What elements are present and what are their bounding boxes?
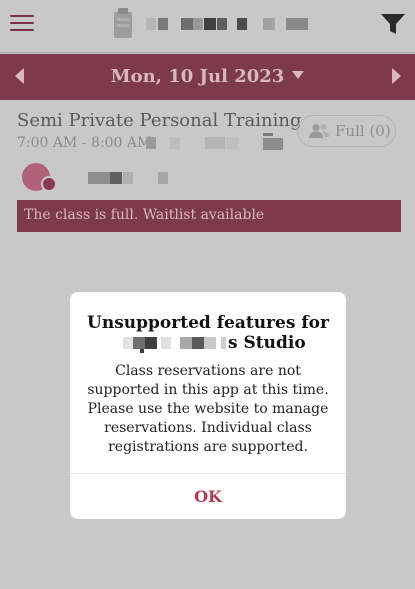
instructor-avatar <box>22 163 56 191</box>
caret-down-icon <box>292 71 305 79</box>
dialog-subtitle: s Studio <box>70 333 346 355</box>
class-time: 7:00 AM - 8:00 AM <box>17 135 151 151</box>
class-time-label: 7:00 AM - 8:00 AM <box>17 135 152 151</box>
chevron-right-icon[interactable] <box>391 67 403 85</box>
waitlist-banner: The class is full. Waitlist available <box>17 200 401 232</box>
class-title: Semi Private Personal Training <box>17 110 302 131</box>
unsupported-features-dialog: Unsupported features for s Studio Class … <box>70 292 346 519</box>
app-header <box>0 0 415 53</box>
full-status-button[interactable]: Full (0) <box>297 115 396 147</box>
ok-button[interactable]: OK <box>70 474 346 519</box>
dialog-title: Unsupported features for <box>87 313 329 333</box>
people-icon <box>309 124 329 138</box>
full-status-label: Full (0) <box>335 122 391 140</box>
date-selector[interactable]: Mon, 10 Jul 2023 <box>0 66 415 87</box>
date-navigator: Mon, 10 Jul 2023 <box>0 54 415 100</box>
dialog-subtitle-suffix: s Studio <box>228 333 306 353</box>
hamburger-menu-icon[interactable] <box>10 14 34 32</box>
filter-funnel-icon[interactable] <box>380 12 406 36</box>
studio-logo-icon <box>114 8 132 38</box>
date-label: Mon, 10 Jul 2023 <box>110 66 285 87</box>
dialog-message: Class reservations are not supported in … <box>87 363 329 455</box>
